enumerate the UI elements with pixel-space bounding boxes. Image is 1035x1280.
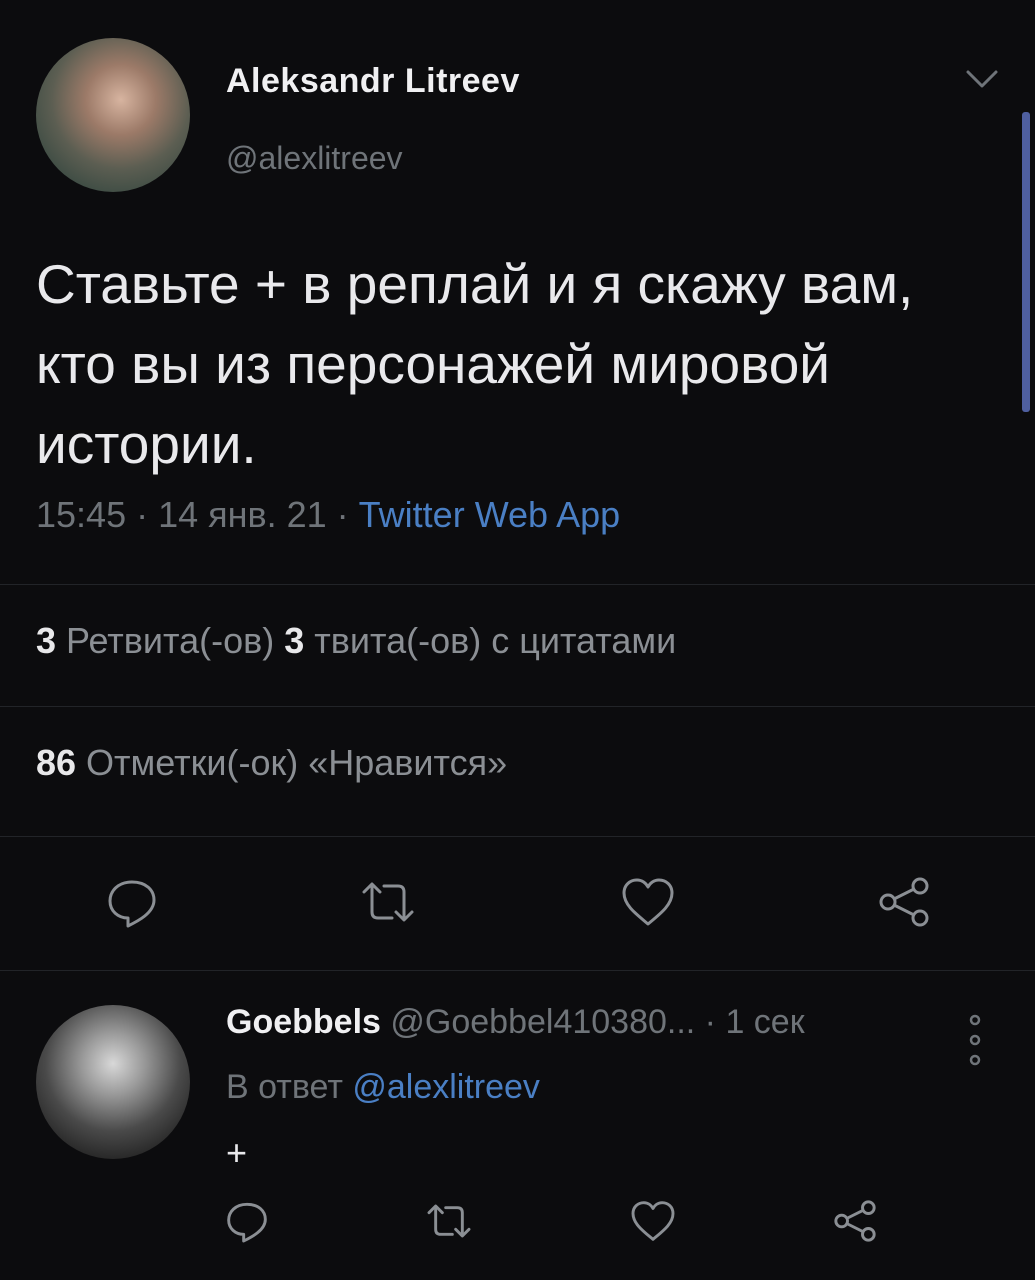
reply-author-handle: @Goebbel410380... · 1 сек [380, 1003, 805, 1041]
tweet-text: Ставьте + в реплай и я скажу вам, кто вы… [36, 253, 914, 475]
reply-author-name[interactable]: Goebbels [226, 1003, 381, 1041]
tweet-time: 15:45 · 14 янв. 21 · [36, 494, 359, 535]
likes-stats[interactable]: 86 Отметки(-ок) «Нравится» [36, 742, 507, 784]
comment-icon[interactable] [222, 1196, 272, 1246]
retweet-icon[interactable] [358, 872, 418, 932]
retweets-label: Ретвита(-ов) [56, 620, 285, 661]
quotes-label: твита(-ов) с цитатами [304, 620, 677, 661]
share-icon[interactable] [830, 1196, 880, 1246]
retweets-count: 3 [36, 620, 57, 661]
retweet-stats[interactable]: 3 Ретвита(-ов) 3 твита(-ов) с цитатами [36, 620, 676, 662]
divider [0, 836, 1035, 837]
reply-author-avatar[interactable] [36, 1005, 190, 1159]
divider [0, 706, 1035, 707]
chevron-down-icon[interactable] [962, 64, 1002, 94]
divider [0, 584, 1035, 585]
likes-label: Отметки(-ок) «Нравится» [76, 742, 508, 783]
likes-count: 86 [36, 742, 77, 783]
comment-icon[interactable] [102, 872, 162, 932]
reply-to-line: В ответ @alexlitreev [226, 1068, 540, 1107]
scrollbar[interactable] [1022, 112, 1030, 412]
author-name[interactable]: Aleksandr Litreev [226, 62, 520, 101]
retweet-icon[interactable] [424, 1196, 474, 1246]
reply-text: + [226, 1132, 248, 1173]
reply-to-link[interactable]: @alexlitreev [352, 1068, 540, 1106]
share-icon[interactable] [874, 872, 934, 932]
reply-to-prefix: В ответ [226, 1068, 353, 1106]
author-handle[interactable]: @alexlitreev [226, 140, 403, 177]
author-avatar[interactable] [36, 38, 190, 192]
tweet-meta: 15:45 · 14 янв. 21 · Twitter Web App [36, 494, 620, 536]
reply-header[interactable]: Goebbels @Goebbel410380... · 1 сек [226, 1003, 805, 1042]
heart-icon[interactable] [618, 872, 678, 932]
tweet-source-link[interactable]: Twitter Web App [359, 494, 620, 535]
quotes-count: 3 [284, 620, 305, 661]
divider [0, 970, 1035, 971]
more-vertical-icon[interactable] [968, 1010, 982, 1070]
heart-icon[interactable] [628, 1196, 678, 1246]
